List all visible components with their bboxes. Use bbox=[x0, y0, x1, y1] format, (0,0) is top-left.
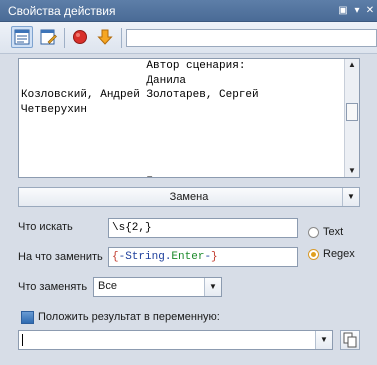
toolbar-separator bbox=[64, 28, 65, 48]
regex-mode-label: Regex bbox=[323, 248, 355, 260]
toolbar-input[interactable] bbox=[126, 29, 377, 47]
toolbar-separator bbox=[121, 28, 122, 48]
edit-form-icon bbox=[40, 29, 57, 45]
record-button[interactable] bbox=[69, 26, 91, 48]
preview-text: Автор сценария: Данила Козловский, Андре… bbox=[21, 60, 259, 177]
scroll-thumb[interactable] bbox=[346, 103, 358, 121]
record-icon bbox=[73, 30, 87, 44]
put-result-checkbox[interactable] bbox=[21, 311, 34, 324]
action-type-dropdown[interactable]: Замена ▼ bbox=[18, 187, 360, 207]
close-icon[interactable]: ✕ bbox=[363, 4, 377, 18]
replace-token-brace-close: } bbox=[211, 251, 218, 263]
replace-token-prefix: -String. bbox=[118, 251, 172, 263]
replace-token-enter: Enter bbox=[171, 251, 205, 263]
text-mode-label: Text bbox=[323, 226, 344, 238]
restore-icon[interactable]: ▣ bbox=[336, 4, 350, 18]
replace-label: На что заменить bbox=[18, 251, 103, 263]
copy-icon bbox=[343, 332, 357, 348]
chevron-down-icon[interactable]: ▼ bbox=[342, 188, 359, 206]
result-variable-select[interactable]: ▼ bbox=[18, 330, 333, 350]
put-result-label: Положить результат в переменную: bbox=[38, 311, 220, 323]
text-preview-area[interactable]: Автор сценария: Данила Козловский, Андре… bbox=[18, 58, 360, 178]
panel-title: Свойства действия bbox=[8, 4, 116, 18]
copy-variable-button[interactable] bbox=[340, 330, 360, 350]
replace-token-brace-open: { bbox=[112, 251, 119, 263]
insert-down-button[interactable] bbox=[94, 26, 116, 48]
action-type-label: Замена bbox=[169, 191, 209, 203]
vertical-scrollbar[interactable]: ▲ ▼ bbox=[344, 59, 359, 177]
text-mode-radio[interactable] bbox=[308, 227, 319, 238]
scroll-up-icon[interactable]: ▲ bbox=[345, 59, 359, 71]
download-arrow-icon bbox=[97, 29, 113, 45]
regex-mode-radio[interactable] bbox=[308, 249, 319, 260]
scroll-down-icon[interactable]: ▼ bbox=[345, 165, 359, 177]
panel-title-bar: Свойства действия ▣ ▾ ✕ bbox=[0, 0, 377, 22]
toolbar bbox=[0, 22, 377, 54]
chevron-down-icon[interactable]: ▼ bbox=[315, 331, 332, 349]
find-label: Что искать bbox=[18, 221, 73, 233]
edit-form-button[interactable] bbox=[37, 26, 59, 48]
properties-view-button[interactable] bbox=[11, 26, 33, 48]
scope-value: Все bbox=[98, 280, 117, 292]
text-cursor bbox=[22, 334, 23, 346]
properties-icon bbox=[14, 29, 30, 45]
find-input[interactable]: \s{2,} bbox=[108, 218, 298, 238]
chevron-down-icon[interactable]: ▼ bbox=[204, 278, 221, 296]
scope-select[interactable]: Все ▼ bbox=[93, 277, 222, 297]
replace-input[interactable]: {-String.Enter-} bbox=[108, 247, 298, 267]
scope-label: Что заменять bbox=[18, 281, 88, 293]
pin-menu-icon[interactable]: ▾ bbox=[350, 4, 364, 18]
